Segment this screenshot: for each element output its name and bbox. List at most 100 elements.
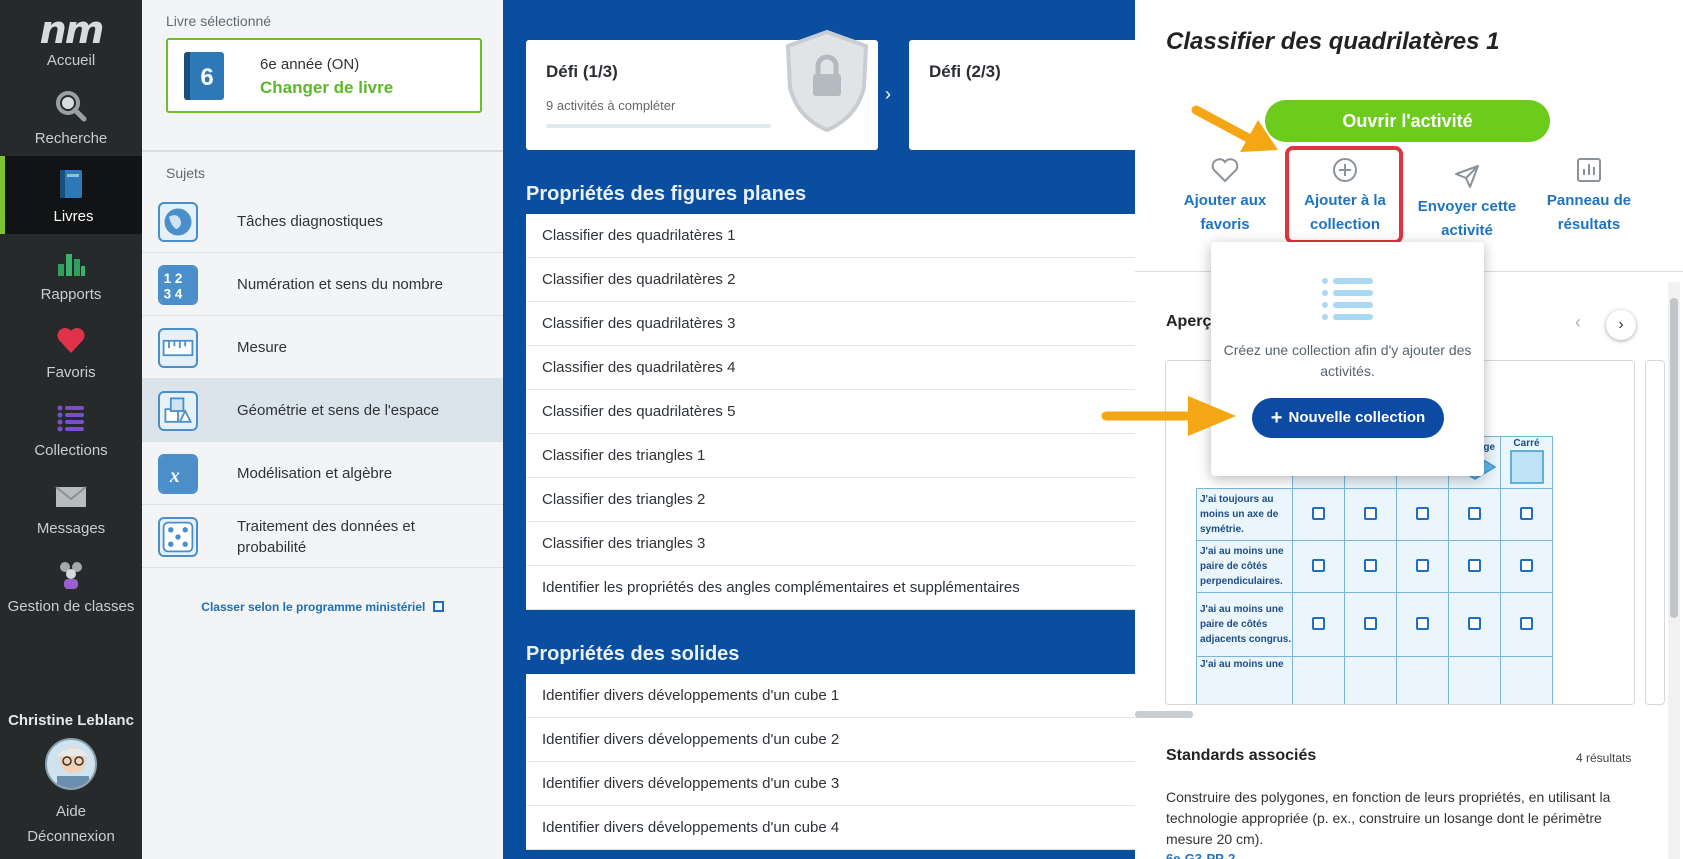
nav-accueil-label: Accueil [46, 52, 96, 69]
table-cell[interactable] [1500, 540, 1553, 593]
nav-favoris[interactable]: Favoris [0, 312, 142, 390]
checkbox[interactable] [1468, 558, 1481, 572]
table-cell[interactable] [1344, 656, 1397, 704]
list-item[interactable]: Classifier des quadrilatères 3 [526, 302, 1135, 346]
send-activity-label: Envoyer cette activité [1417, 198, 1517, 239]
section-title: Propriétés des solides [526, 643, 740, 665]
list-item[interactable]: Classifier des triangles 3 [526, 522, 1135, 566]
standards-code-link[interactable]: 6e-G3-PP-2 [1166, 851, 1235, 859]
list-item[interactable]: Classifier des triangles 2 [526, 478, 1135, 522]
table-cell[interactable] [1344, 540, 1397, 593]
table-cell[interactable] [1344, 592, 1397, 657]
nav-livres[interactable]: Livres [0, 156, 142, 234]
list-item[interactable]: Classifier des triangles 1 [526, 434, 1135, 478]
variable-x-icon: x [158, 454, 198, 494]
nav-gestion-classes[interactable]: Gestion de classes [0, 546, 142, 624]
checkbox[interactable] [1312, 506, 1325, 520]
list-item[interactable]: Identifier divers développements d'un cu… [526, 718, 1135, 762]
results-panel-label: Panneau de résultats [1546, 192, 1632, 233]
table-cell[interactable] [1292, 592, 1345, 657]
table-cell[interactable] [1292, 540, 1345, 593]
list-item[interactable]: Identifier divers développements d'un cu… [526, 806, 1135, 850]
checkbox[interactable] [1312, 558, 1325, 572]
new-collection-button[interactable]: + Nouvelle collection [1252, 398, 1444, 438]
scrollbar-thumb[interactable] [1670, 298, 1678, 618]
checkbox[interactable] [1364, 558, 1377, 572]
table-cell[interactable] [1292, 656, 1345, 704]
nav-livres-label: Livres [53, 208, 94, 225]
list-item[interactable]: Classifier des quadrilatères 5 [526, 390, 1135, 434]
program-link-label: Classer selon le programme ministériel [201, 600, 426, 614]
list-item[interactable]: Identifier divers développements d'un cu… [526, 674, 1135, 718]
subjects-label: Sujets [166, 165, 205, 181]
checkbox[interactable] [1520, 506, 1533, 520]
carousel-next-button[interactable]: › [1606, 310, 1636, 340]
table-cell[interactable] [1448, 656, 1501, 704]
table-cell[interactable] [1344, 488, 1397, 541]
send-activity-action[interactable]: Envoyer cette activité [1407, 161, 1527, 243]
nav-recherche[interactable]: Recherche [0, 78, 142, 156]
list-item[interactable]: Classifier des quadrilatères 1 [526, 214, 1135, 258]
defi-card-1[interactable]: Défi (1/3) 9 activités à compléter [526, 29, 878, 150]
defi-card-2[interactable]: Défi (2/3) [909, 40, 1135, 150]
table-cell[interactable] [1500, 656, 1553, 704]
subject-numeration[interactable]: 1 23 4 Numération et sens du nombre [142, 253, 503, 316]
defi-subtitle: 9 activités à compléter [546, 98, 676, 113]
table-cell[interactable] [1500, 488, 1553, 541]
header-carre: Carré [1513, 437, 1540, 449]
checkbox[interactable] [1364, 616, 1377, 630]
checkbox[interactable] [1312, 616, 1325, 630]
table-cell[interactable] [1448, 540, 1501, 593]
checkbox[interactable] [1468, 616, 1481, 630]
subject-geometrie[interactable]: Géométrie et sens de l'espace [142, 379, 503, 442]
program-link[interactable]: Classer selon le programme ministériel [142, 600, 503, 614]
avatar[interactable] [45, 738, 97, 790]
table-cell[interactable] [1500, 592, 1553, 657]
nav-collections[interactable]: Collections [0, 390, 142, 468]
change-book-link[interactable]: Changer de livre [260, 78, 393, 98]
table-cell[interactable] [1396, 592, 1449, 657]
checkbox[interactable] [1468, 506, 1481, 520]
open-activity-button[interactable]: Ouvrir l'activité [1265, 100, 1550, 142]
table-cell[interactable] [1448, 488, 1501, 541]
selected-book-card[interactable]: 6 6e année (ON) Changer de livre [166, 38, 482, 113]
table-cell[interactable] [1396, 656, 1449, 704]
nav-messages[interactable]: Messages [0, 468, 142, 546]
table-cell[interactable] [1448, 592, 1501, 657]
section-title: Propriétés des figures planes [526, 183, 807, 205]
checkbox[interactable] [1520, 558, 1533, 572]
table-row: J'ai au moins une paire de côtés perpend… [1196, 540, 1553, 593]
checkbox[interactable] [1416, 616, 1429, 630]
results-panel-action[interactable]: Panneau de résultats [1529, 155, 1649, 237]
nav-collections-label: Collections [34, 442, 108, 459]
vertical-scrollbar[interactable] [1668, 282, 1680, 859]
dropdown-message: Créez une collection afin d'y ajouter de… [1223, 342, 1472, 379]
nav-rapports[interactable]: Rapports [0, 234, 142, 312]
list-item[interactable]: Classifier des quadrilatères 4 [526, 346, 1135, 390]
subject-mesure[interactable]: Mesure [142, 316, 503, 379]
nav-gestion-classes-label: Gestion de classes [7, 598, 135, 615]
checkbox[interactable] [1416, 558, 1429, 572]
nav-accueil[interactable]: Accueil [0, 52, 142, 78]
horizontal-scrollbar[interactable] [1135, 711, 1193, 718]
table-cell[interactable] [1292, 488, 1345, 541]
subject-donnees[interactable]: Traitement des données et probabilité [142, 505, 503, 568]
carousel-prev-icon[interactable]: ‹ [1575, 312, 1581, 333]
list-item[interactable]: Identifier les propriétés des angles com… [526, 566, 1135, 610]
subject-taches-diagnostiques[interactable]: Tâches diagnostiques [142, 190, 503, 253]
chevron-right-icon[interactable]: › [885, 84, 891, 105]
help-link[interactable]: Aide [0, 803, 142, 820]
defi-title: Défi (2/3) [929, 62, 1001, 81]
globe-icon [158, 202, 198, 242]
add-favorite-action[interactable]: Ajouter aux favoris [1165, 155, 1285, 237]
checkbox[interactable] [1520, 616, 1533, 630]
subject-algebre[interactable]: x Modélisation et algèbre [142, 442, 503, 505]
table-cell[interactable] [1396, 488, 1449, 541]
list-item[interactable]: Identifier divers développements d'un cu… [526, 762, 1135, 806]
checkbox[interactable] [1364, 506, 1377, 520]
table-cell[interactable] [1396, 540, 1449, 593]
envelope-icon [55, 486, 87, 507]
list-item[interactable]: Classifier des quadrilatères 2 [526, 258, 1135, 302]
checkbox[interactable] [1416, 506, 1429, 520]
logout-link[interactable]: Déconnexion [0, 828, 142, 845]
